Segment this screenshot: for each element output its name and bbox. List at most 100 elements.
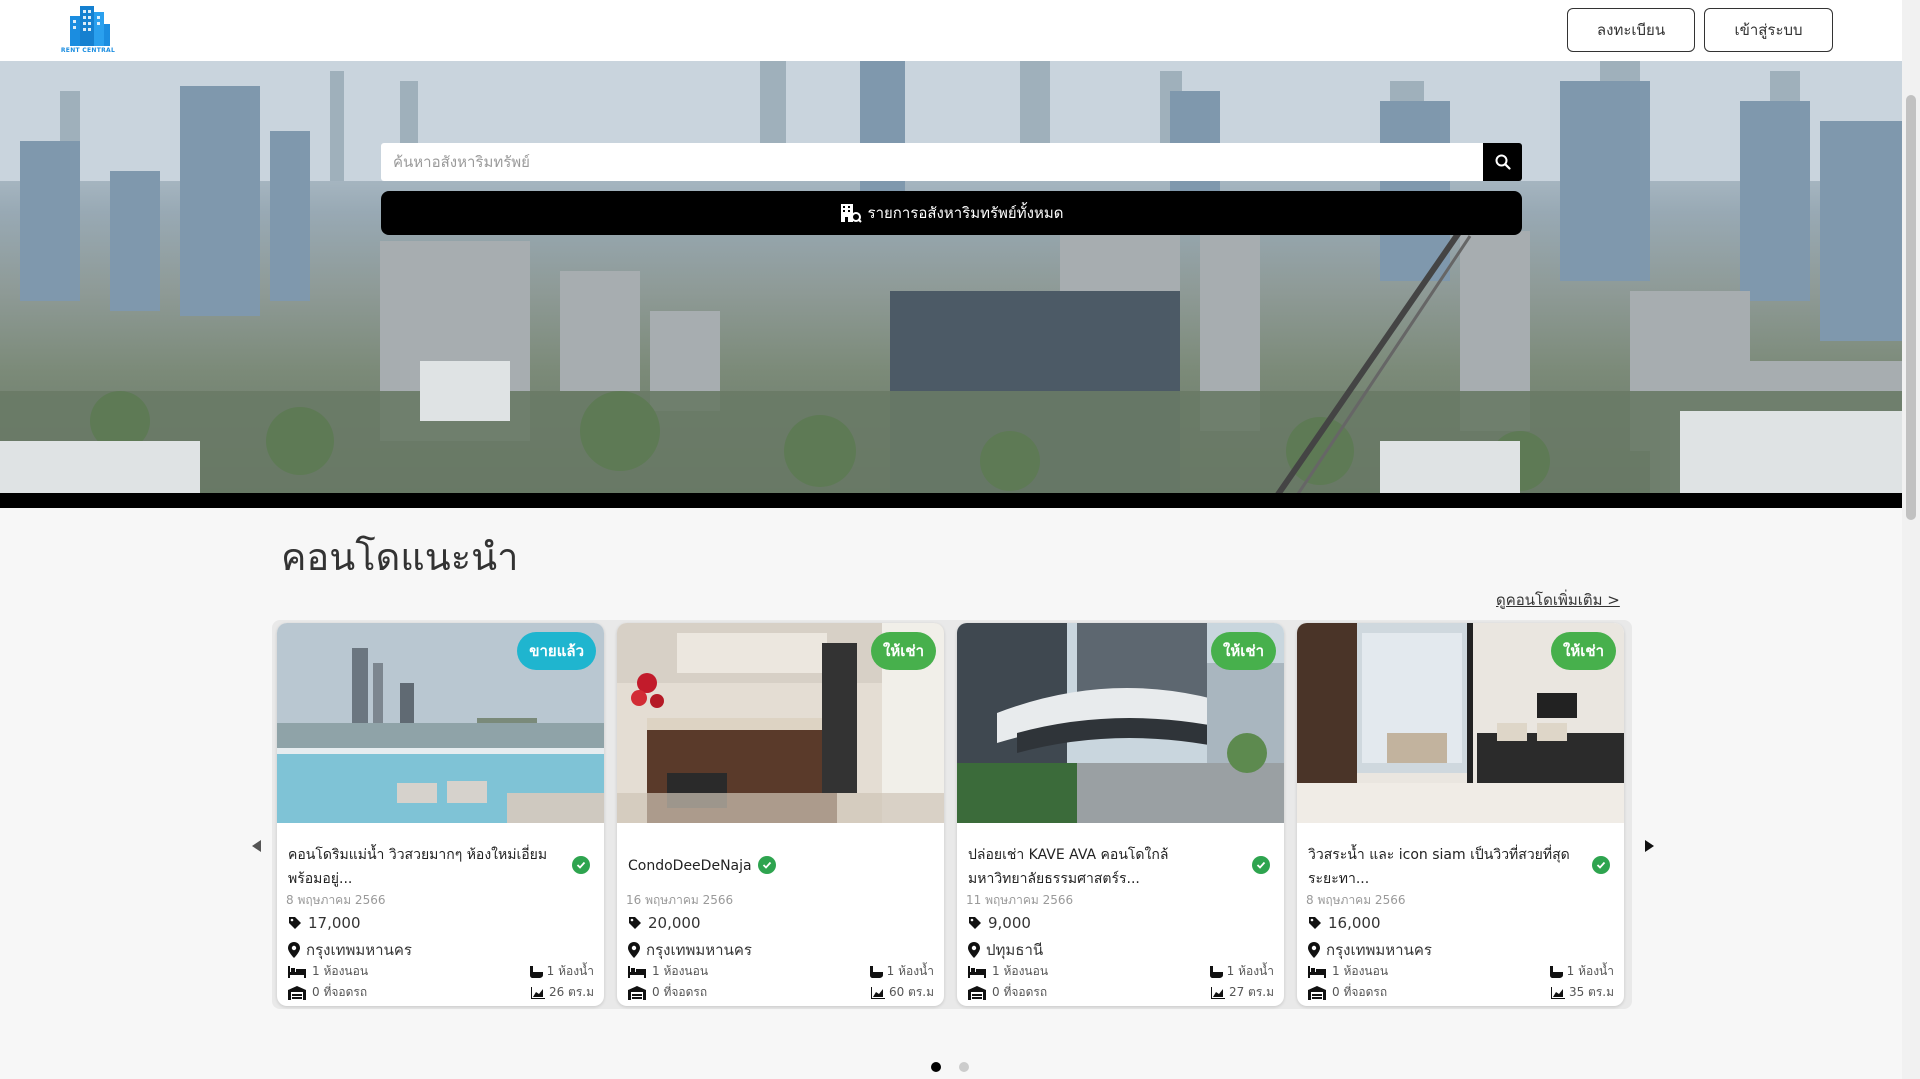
province-row: กรุงเทพมหานคร: [288, 938, 412, 962]
bathrooms-meta: 1 ห้องน้ำ: [1209, 962, 1274, 981]
area-chart-icon: [530, 986, 545, 999]
carousel-dot-2[interactable]: [959, 1062, 969, 1072]
status-badge: ให้เช่า: [1211, 632, 1276, 670]
condo-card-image: ให้เช่า: [957, 623, 1284, 823]
province-row: กรุงเทพมหานคร: [628, 938, 752, 962]
bed-icon: [1308, 965, 1326, 978]
condo-card[interactable]: ขายแล้ว คอนโดริมแม่น้ำ วิวสวยมากๆ ห้องให…: [277, 623, 604, 1006]
building-logo-icon: [70, 6, 110, 46]
status-badge: ให้เช่า: [871, 632, 936, 670]
listing-date: 16 พฤษภาคม 2566: [626, 893, 734, 907]
price-row: 20,000: [628, 914, 701, 932]
province-value: ปทุมธานี: [986, 941, 1044, 959]
bathrooms-value: 1 ห้องน้ำ: [886, 964, 934, 978]
condo-card[interactable]: ให้เช่า CondoDeeDeNaja 16 พฤษภาคม 2566 2…: [617, 623, 944, 1006]
parking-value: 0 ที่จอดรถ: [992, 985, 1048, 999]
parking-value: 0 ที่จอดรถ: [652, 985, 708, 999]
price-value: 16,000: [1328, 914, 1381, 932]
verified-check-icon: [1592, 856, 1610, 874]
location-pin-icon: [1308, 942, 1320, 958]
province-value: กรุงเทพมหานคร: [646, 941, 752, 959]
location-pin-icon: [628, 942, 640, 958]
condo-title: ปล่อยเช่า KAVE AVA คอนโดใกล้มหาวิทยาลัยธ…: [968, 847, 1169, 887]
listing-date: 8 พฤษภาคม 2566: [1306, 893, 1406, 907]
cityscape-image: [0, 61, 1902, 506]
see-more-condos-link[interactable]: ดูคอนโดเพิ่มเติม >: [1496, 588, 1620, 612]
bathrooms-meta: 1 ห้องน้ำ: [869, 962, 934, 981]
property-search-input[interactable]: [381, 143, 1483, 181]
parking-row: 0 ที่จอดรถ: [968, 983, 1047, 1002]
price-row: 16,000: [1308, 914, 1381, 932]
carousel-next-arrow[interactable]: [1641, 838, 1657, 854]
chevron-left-icon: [252, 840, 261, 852]
price-tag-icon: [289, 917, 301, 929]
area-meta: 35 ตร.ม: [1550, 983, 1614, 1002]
bedrooms-value: 1 ห้องนอน: [992, 964, 1049, 978]
parking-row: 0 ที่จอดรถ: [288, 983, 367, 1002]
chevron-right-icon: [1645, 840, 1654, 852]
price-value: 20,000: [648, 914, 701, 932]
province-row: กรุงเทพมหานคร: [1308, 938, 1432, 962]
bed-icon: [968, 965, 986, 978]
area-meta: 27 ตร.ม: [1210, 983, 1274, 1002]
all-listings-label: รายการอสังหาริมทรัพย์ทั้งหมด: [867, 204, 1064, 222]
listing-date: 11 พฤษภาคม 2566: [966, 893, 1074, 907]
price-value: 17,000: [308, 914, 361, 932]
logo-text: RENT CENTRAL: [60, 47, 116, 54]
page-scrollbar[interactable]: [1902, 0, 1920, 1079]
verified-check-icon: [758, 856, 776, 874]
area-value: 27 ตร.ม: [1228, 985, 1274, 999]
section-title: คอนโดแนะนำ: [281, 535, 519, 579]
area-chart-icon: [870, 986, 885, 999]
bathrooms-value: 1 ห้องน้ำ: [1566, 964, 1614, 978]
bedrooms-row: 1 ห้องนอน: [1308, 962, 1388, 981]
condo-card-image: ขายแล้ว: [277, 623, 604, 823]
all-listings-button[interactable]: รายการอสังหาริมทรัพย์ทั้งหมด: [381, 191, 1522, 235]
condo-card[interactable]: ให้เช่า วิวสระน้ำ และ icon siam เป็นวิวท…: [1297, 623, 1624, 1006]
province-row: ปทุมธานี: [968, 938, 1043, 962]
verified-check-icon: [572, 856, 590, 874]
register-button[interactable]: ลงทะเบียน: [1567, 8, 1695, 52]
bath-icon: [1209, 965, 1223, 978]
garage-icon: [1308, 985, 1326, 1000]
price-tag-icon: [1309, 917, 1321, 929]
province-value: กรุงเทพมหานคร: [1326, 941, 1432, 959]
login-button[interactable]: เข้าสู่ระบบ: [1704, 8, 1833, 52]
condo-card[interactable]: ให้เช่า ปล่อยเช่า KAVE AVA คอนโดใกล้มหาว…: [957, 623, 1284, 1006]
bathrooms-value: 1 ห้องน้ำ: [546, 964, 594, 978]
verified-check-icon: [1252, 856, 1270, 874]
price-row: 9,000: [968, 914, 1031, 932]
rent-central-logo[interactable]: RENT CENTRAL: [60, 4, 116, 56]
hero-cityscape-banner: รายการอสังหาริมทรัพย์ทั้งหมด: [0, 61, 1902, 506]
province-value: กรุงเทพมหานคร: [306, 941, 412, 959]
parking-row: 0 ที่จอดรถ: [1308, 983, 1387, 1002]
search-button[interactable]: [1483, 143, 1522, 181]
condo-carousel: ขายแล้ว คอนโดริมแม่น้ำ วิวสวยมากๆ ห้องให…: [272, 620, 1632, 1009]
area-value: 26 ตร.ม: [548, 985, 594, 999]
scrollbar-thumb[interactable]: [1906, 95, 1916, 520]
price-tag-icon: [969, 917, 981, 929]
carousel-dot-1[interactable]: [931, 1062, 941, 1072]
parking-value: 0 ที่จอดรถ: [1332, 985, 1388, 999]
bedrooms-value: 1 ห้องนอน: [652, 964, 709, 978]
condo-title: คอนโดริมแม่น้ำ วิวสวยมากๆ ห้องใหม่เอี่ยม…: [288, 847, 548, 887]
area-chart-icon: [1550, 986, 1565, 999]
hero-bottom-bar: [0, 493, 1902, 508]
bathrooms-meta: 1 ห้องน้ำ: [1549, 962, 1614, 981]
building-search-icon: [840, 204, 862, 223]
carousel-pagination: [931, 1062, 969, 1072]
price-tag-icon: [629, 917, 641, 929]
parking-row: 0 ที่จอดรถ: [628, 983, 707, 1002]
garage-icon: [968, 985, 986, 1000]
bed-icon: [288, 965, 306, 978]
area-value: 35 ตร.ม: [1568, 985, 1614, 999]
area-value: 60 ตร.ม: [888, 985, 934, 999]
top-navbar: RENT CENTRAL ลงทะเบียน เข้าสู่ระบบ: [0, 0, 1902, 61]
property-search-bar: [381, 143, 1522, 181]
bedrooms-value: 1 ห้องนอน: [312, 964, 369, 978]
location-pin-icon: [288, 942, 300, 958]
status-badge: ให้เช่า: [1551, 632, 1616, 670]
carousel-prev-arrow[interactable]: [249, 838, 265, 854]
listing-date: 8 พฤษภาคม 2566: [286, 893, 386, 907]
area-chart-icon: [1210, 986, 1225, 999]
